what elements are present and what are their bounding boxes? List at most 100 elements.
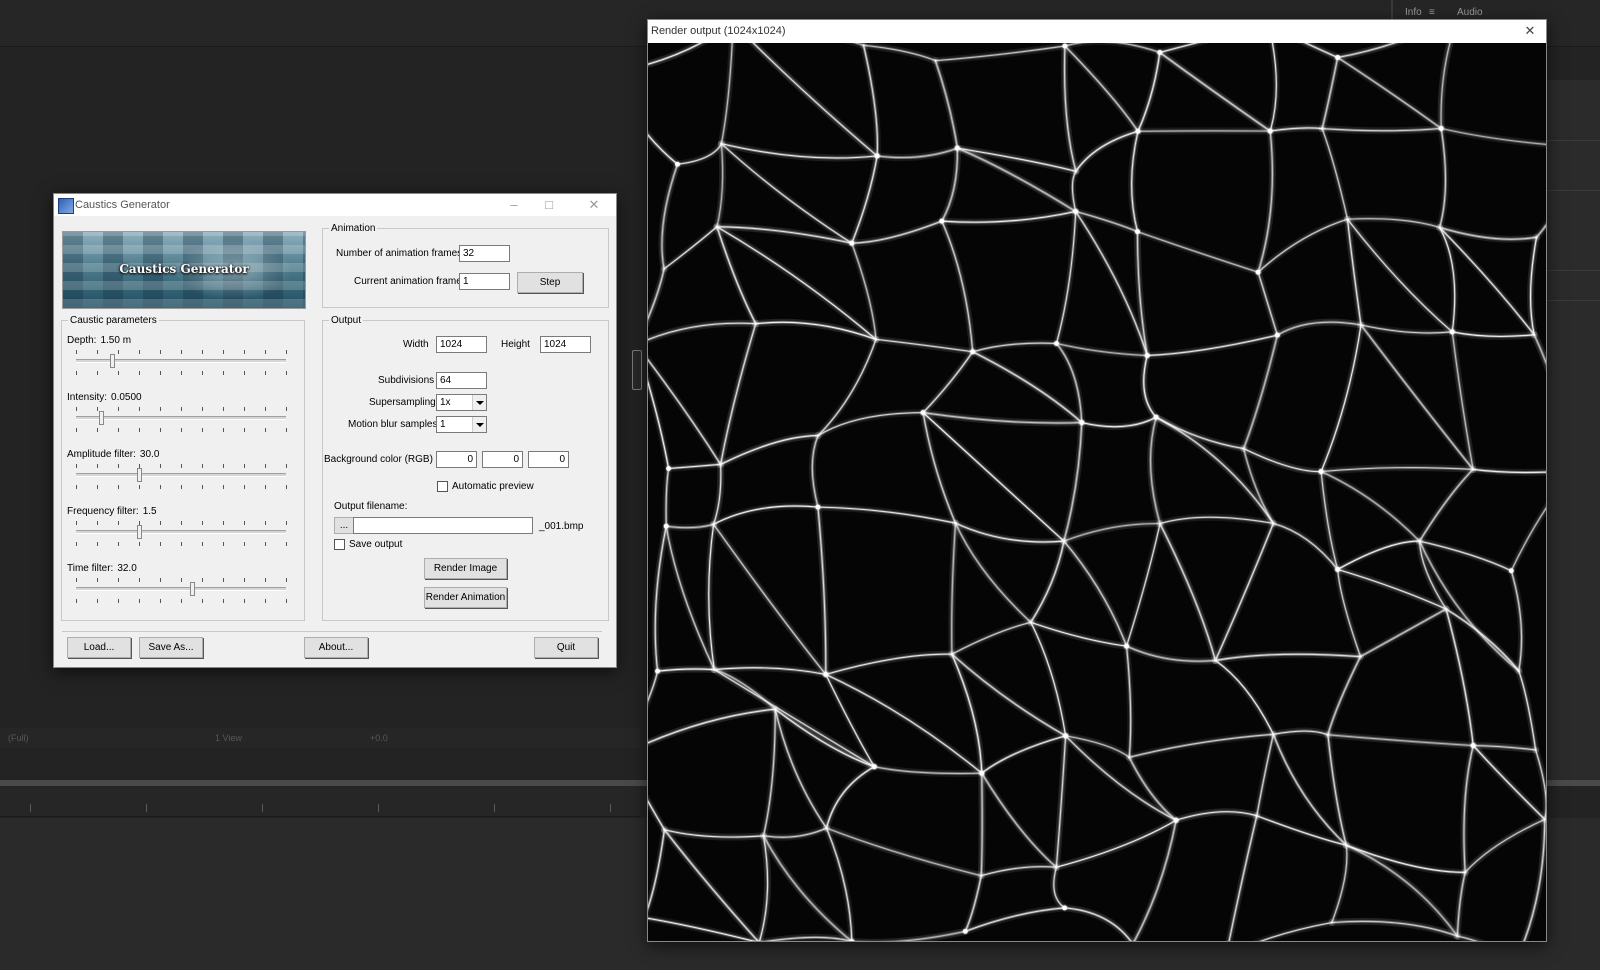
about-button[interactable]: About... <box>304 637 368 658</box>
chevron-down-icon[interactable] <box>472 417 486 432</box>
tab-audio[interactable]: Audio <box>1457 7 1483 18</box>
slider-track[interactable] <box>76 473 286 477</box>
slider-3: Frequency filter: 1.5 <box>62 506 287 562</box>
tab-info[interactable]: Info <box>1405 7 1422 18</box>
output-filename-input[interactable] <box>353 517 533 534</box>
slider-thumb[interactable] <box>189 582 195 596</box>
caustic-line <box>751 43 879 158</box>
quit-button[interactable]: Quit <box>534 637 598 658</box>
step-button[interactable]: Step <box>517 272 583 293</box>
caustic-line <box>823 763 878 832</box>
slider-value: 1.50 m <box>100 335 132 346</box>
caustic-line <box>825 766 875 829</box>
save-as-button[interactable]: Save As... <box>139 637 203 658</box>
caustic-line <box>1256 733 1274 817</box>
app-icon <box>58 198 74 214</box>
caustic-line <box>1343 215 1456 336</box>
bg-blue-input[interactable] <box>528 451 569 468</box>
output-legend: Output <box>331 315 362 326</box>
caustic-highlight <box>962 928 968 934</box>
supersampling-select[interactable]: 1x <box>436 394 487 411</box>
chevron-down-icon[interactable] <box>472 395 486 410</box>
exposure-value[interactable]: +0.0 <box>370 733 388 743</box>
dialog-separator <box>62 631 602 632</box>
panel-menu-icon[interactable]: ≡ <box>1429 7 1435 18</box>
panel-resize-handle[interactable] <box>632 350 642 390</box>
current-frame-input[interactable] <box>459 273 510 290</box>
automatic-preview-checkbox[interactable] <box>437 481 448 492</box>
load-button[interactable]: Load... <box>67 637 131 658</box>
host-viewer-bar: (Full) 1 View +0.0 <box>0 728 640 748</box>
caustics-pattern <box>648 43 1546 941</box>
slider-thumb[interactable] <box>99 411 105 425</box>
slider-thumb[interactable] <box>137 525 142 539</box>
caustics-render-image <box>648 43 1546 941</box>
caustic-highlight <box>1153 414 1159 420</box>
motion-blur-select[interactable]: 1 <box>436 416 487 433</box>
slider-thumb[interactable] <box>137 468 142 482</box>
banner-title: Caustics Generator <box>119 262 249 276</box>
caustic-line <box>1533 219 1546 241</box>
caustic-line <box>663 226 718 270</box>
motion-blur-label: Motion blur samples <box>348 419 438 430</box>
slider-track[interactable] <box>76 416 286 420</box>
caustic-highlight <box>655 668 661 674</box>
caustic-highlight <box>979 770 985 776</box>
caustic-line <box>1072 127 1142 175</box>
caustic-line <box>1159 51 1271 132</box>
caustic-highlight <box>920 410 926 416</box>
height-label: Height <box>501 339 530 350</box>
slider-track[interactable] <box>76 530 286 534</box>
timeline-ruler[interactable] <box>0 786 640 817</box>
caustic-line <box>825 765 876 830</box>
caustic-highlight <box>675 161 681 167</box>
save-output-checkbox[interactable] <box>334 539 345 550</box>
slider-ticks <box>76 371 287 375</box>
caustic-line <box>978 769 1060 871</box>
dialog-title-bar[interactable]: Caustics Generator – □ ✕ <box>54 194 616 216</box>
render-animation-button[interactable]: Render Animation <box>424 587 507 608</box>
caustic-line <box>1334 537 1424 573</box>
caustic-highlight <box>1173 817 1179 823</box>
caustic-highlight <box>663 523 669 529</box>
caustic-highlight <box>1124 643 1130 649</box>
bg-green-input[interactable] <box>482 451 523 468</box>
slider-2: Amplitude filter: 30.0 <box>62 449 287 505</box>
view-layout-select[interactable]: 1 View <box>215 733 242 743</box>
resolution-select[interactable]: (Full) <box>8 733 29 743</box>
slider-title: Frequency filter: <box>67 506 139 517</box>
subdivisions-input[interactable] <box>436 372 487 389</box>
height-input[interactable] <box>540 336 591 353</box>
caustic-highlight <box>1062 905 1068 911</box>
minimize-button[interactable]: – <box>499 196 529 214</box>
slider-title: Amplitude filter: <box>67 449 136 460</box>
slider-track[interactable] <box>76 587 286 591</box>
close-button[interactable]: ✕ <box>579 196 609 214</box>
caustic-line <box>978 732 1070 777</box>
maximize-button[interactable]: □ <box>534 196 564 214</box>
caustic-line <box>648 798 666 832</box>
bg-red-input[interactable] <box>436 451 477 468</box>
background-color-label: Background color (RGB) <box>324 454 433 465</box>
animation-group: Animation <box>322 223 609 308</box>
caustic-highlight <box>1135 128 1141 134</box>
caustic-line <box>1334 43 1405 62</box>
caustic-line <box>1320 127 1349 221</box>
caustic-highlight <box>1073 208 1079 214</box>
caustic-line <box>1136 231 1259 273</box>
render-image-button[interactable]: Render Image <box>424 558 507 579</box>
caustic-line <box>1507 501 1546 575</box>
browse-button[interactable]: ... <box>334 517 354 534</box>
caustic-highlight <box>1335 566 1341 572</box>
caustic-line <box>1240 445 1325 476</box>
frames-label: Number of animation frames <box>336 248 463 259</box>
slider-track[interactable] <box>76 359 286 363</box>
close-icon[interactable]: ✕ <box>1520 22 1540 40</box>
frames-input[interactable] <box>459 245 510 262</box>
caustic-line <box>648 705 779 747</box>
slider-title: Depth: <box>67 335 97 346</box>
slider-thumb[interactable] <box>109 354 115 368</box>
width-input[interactable] <box>436 336 487 353</box>
caustic-line <box>1321 56 1339 130</box>
caustic-highlight <box>1144 353 1150 359</box>
